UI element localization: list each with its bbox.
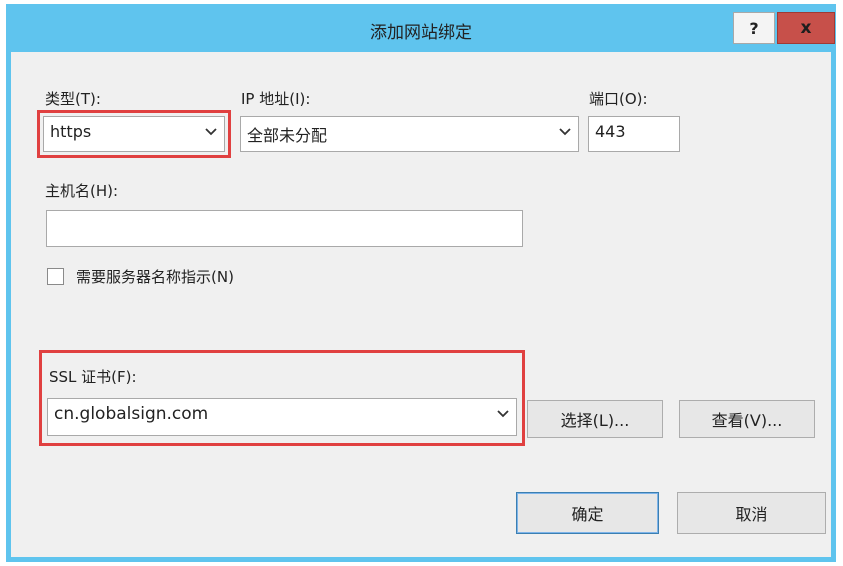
sni-checkbox-label[interactable]: 需要服务器名称指示(N) (76, 266, 234, 287)
dialog-body: 类型(T): https IP 地址(I): 全部未分配 端口(O): 443 … (11, 52, 831, 557)
hostname-label: 主机名(H): (45, 182, 119, 200)
help-button[interactable]: ? (733, 12, 775, 44)
add-site-binding-dialog: 添加网站绑定 ? x 类型(T): https IP 地址(I): 全部未分配 … (6, 4, 836, 562)
sni-checkbox[interactable] (47, 268, 64, 285)
cancel-button[interactable]: 取消 (677, 492, 826, 534)
ip-address-select-value: 全部未分配 (247, 126, 328, 145)
type-label: 类型(T): (45, 90, 101, 108)
select-certificate-button[interactable]: 选择(L)... (527, 400, 663, 438)
view-certificate-button[interactable]: 查看(V)... (679, 400, 815, 438)
dialog-title: 添加网站绑定 (370, 23, 472, 43)
ok-button[interactable]: 确定 (516, 492, 659, 534)
chevron-down-icon (558, 124, 572, 138)
port-input[interactable]: 443 (588, 116, 680, 152)
type-highlight-box (37, 110, 231, 158)
ssl-highlight-box (39, 350, 525, 446)
ip-address-label: IP 地址(I): (241, 90, 311, 108)
title-bar[interactable]: 添加网站绑定 ? x (6, 4, 836, 52)
close-button[interactable]: x (777, 12, 835, 44)
hostname-input[interactable] (46, 210, 523, 247)
ip-address-select[interactable]: 全部未分配 (240, 116, 579, 152)
port-label: 端口(O): (589, 90, 648, 108)
